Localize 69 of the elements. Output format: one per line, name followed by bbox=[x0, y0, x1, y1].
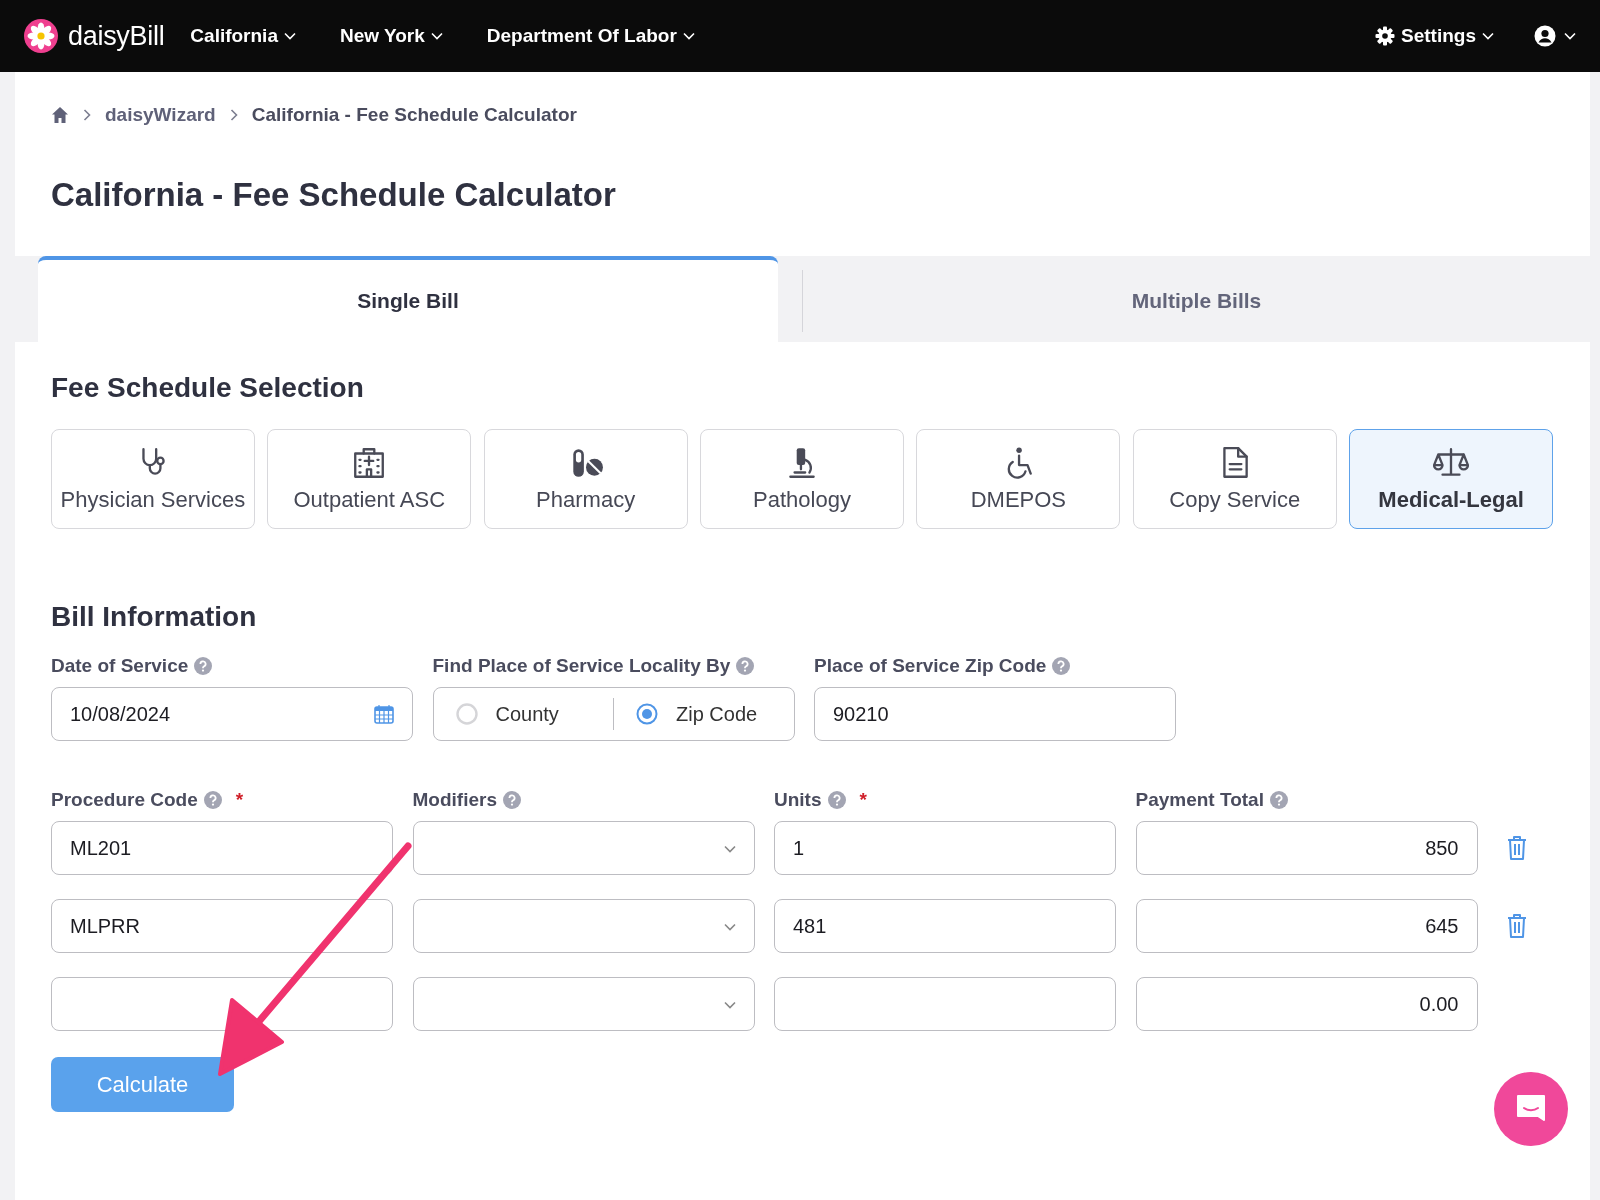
help-icon[interactable] bbox=[194, 657, 213, 675]
home-icon[interactable] bbox=[51, 106, 69, 124]
field-label: Date of Service bbox=[51, 655, 189, 677]
required-mark: * bbox=[235, 789, 244, 811]
fee-schedule-option[interactable]: Copy Service bbox=[1132, 429, 1337, 529]
chevron-icon bbox=[283, 32, 296, 40]
breadcrumb-link[interactable]: California - Fee Schedule Calculator bbox=[251, 104, 577, 126]
chevron-icon bbox=[682, 32, 695, 40]
trash-icon[interactable] bbox=[1506, 835, 1528, 861]
modifiers-dropdown[interactable] bbox=[412, 899, 755, 953]
calendar-icon[interactable] bbox=[374, 704, 394, 724]
radio-option[interactable]: Zip Code bbox=[614, 688, 794, 740]
date-field[interactable]: 10/08/2024 bbox=[51, 687, 413, 741]
flower-logo-icon bbox=[24, 19, 58, 53]
fee-schedule-option[interactable]: DMEPOS bbox=[916, 429, 1121, 529]
chevron-icon bbox=[723, 923, 736, 931]
help-icon[interactable] bbox=[203, 791, 222, 809]
required-mark: * bbox=[859, 789, 867, 811]
chevron-icon bbox=[229, 109, 238, 121]
fee-schedule-option[interactable]: Physician Services bbox=[51, 429, 255, 529]
modifiers-dropdown[interactable] bbox=[412, 977, 755, 1031]
chevron-icon bbox=[723, 1001, 736, 1009]
units-field[interactable] bbox=[774, 977, 1116, 1031]
field-label: Find Place of Service Locality By bbox=[432, 655, 731, 677]
fee-schedule-option[interactable]: Medical-Legal bbox=[1349, 429, 1553, 529]
account-menu[interactable] bbox=[1534, 25, 1576, 47]
help-icon[interactable] bbox=[1269, 791, 1288, 809]
gear-icon bbox=[1375, 26, 1396, 46]
chevron-icon bbox=[1564, 32, 1576, 40]
column-label: Procedure Code bbox=[51, 789, 198, 811]
payment-total-field[interactable]: 645 bbox=[1135, 899, 1478, 953]
modifiers-dropdown[interactable] bbox=[412, 821, 755, 875]
chevron-icon bbox=[83, 109, 91, 121]
section-heading: Fee Schedule Selection bbox=[51, 372, 365, 404]
procedure-code-field[interactable]: MLPRR bbox=[51, 899, 393, 953]
column-label: Modifiers bbox=[412, 789, 497, 811]
breadcrumb-link[interactable]: daisyWizard bbox=[105, 104, 216, 126]
tab[interactable]: Single Bill bbox=[38, 256, 778, 342]
page-title: California - Fee Schedule Calculator bbox=[51, 176, 617, 214]
section-heading: Bill Information bbox=[51, 601, 258, 633]
units-field[interactable]: 1 bbox=[774, 821, 1116, 875]
nav-menu[interactable]: Department Of Labor bbox=[486, 25, 695, 47]
trash-icon[interactable] bbox=[1506, 913, 1528, 939]
payment-total-field[interactable]: 850 bbox=[1135, 821, 1478, 875]
chevron-icon bbox=[723, 845, 736, 853]
units-field[interactable]: 481 bbox=[774, 899, 1116, 953]
help-icon[interactable] bbox=[1052, 657, 1071, 675]
help-icon[interactable] bbox=[736, 657, 755, 675]
column-label: Units bbox=[774, 789, 822, 811]
procedure-code-field[interactable] bbox=[51, 977, 393, 1031]
tab[interactable]: Multiple Bills bbox=[803, 256, 1590, 342]
radio-option[interactable]: County bbox=[433, 688, 613, 740]
field-label: Place of Service Zip Code bbox=[814, 655, 1047, 677]
fee-schedule-option[interactable]: Pathology bbox=[700, 429, 904, 529]
logo-text: daisyBill bbox=[68, 20, 165, 52]
fee-schedule-option[interactable]: Outpatient ASC bbox=[267, 429, 472, 529]
help-icon[interactable] bbox=[827, 791, 846, 809]
nav-menu[interactable]: California bbox=[190, 25, 296, 47]
nav-menu[interactable]: New York bbox=[339, 25, 443, 47]
zip-code-field[interactable]: 90210 bbox=[814, 687, 1176, 741]
fee-schedule-option[interactable]: Pharmacy bbox=[483, 429, 688, 529]
chevron-icon bbox=[430, 32, 443, 40]
help-icon[interactable] bbox=[502, 791, 521, 809]
user-avatar-icon bbox=[1534, 25, 1556, 47]
settings-menu[interactable]: Settings bbox=[1375, 25, 1494, 47]
column-label: Payment Total bbox=[1135, 789, 1264, 811]
payment-total-field[interactable]: 0.00 bbox=[1135, 977, 1478, 1031]
chevron-icon bbox=[1482, 32, 1494, 40]
procedure-code-field[interactable]: ML201 bbox=[51, 821, 393, 875]
